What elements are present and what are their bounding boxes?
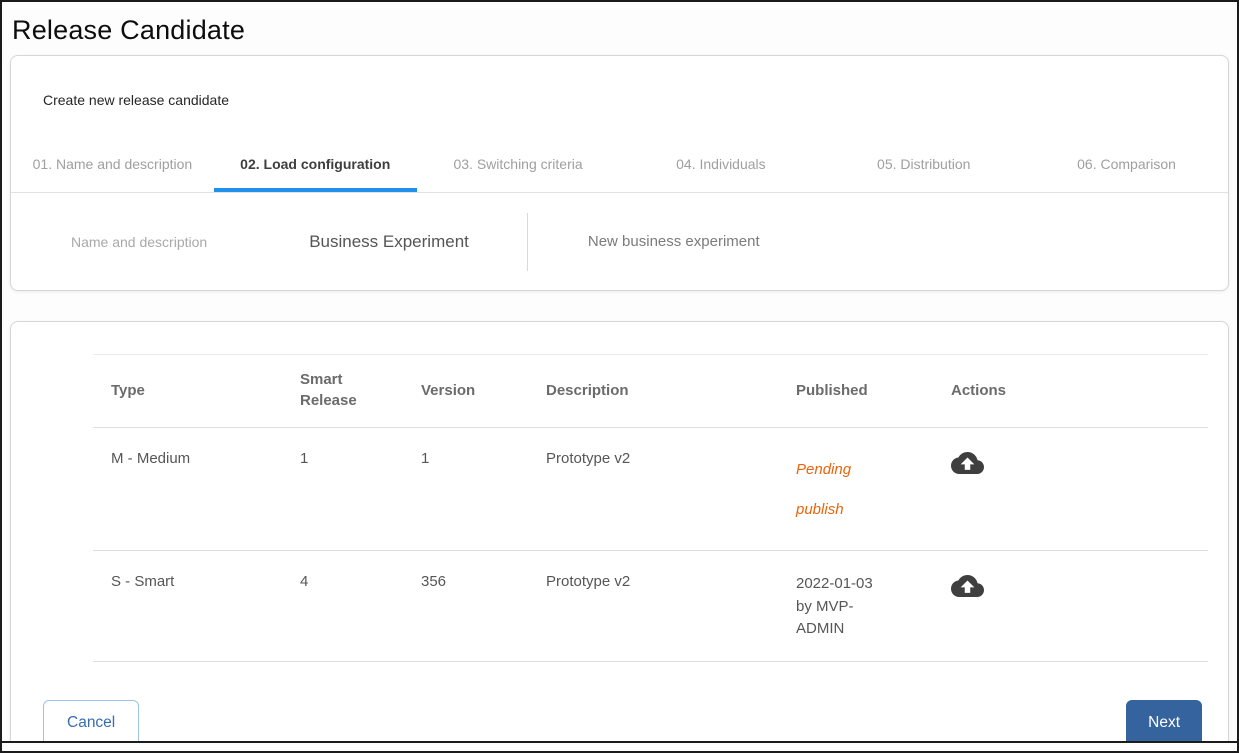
tab-individuals[interactable]: 04. Individuals: [619, 142, 822, 192]
cloud-upload-icon: [951, 462, 984, 477]
cell-published-status: 2022-01-03 by MVP-ADMIN: [778, 551, 933, 662]
col-header-version: Version: [403, 355, 528, 428]
cell-description: Prototype v2: [528, 428, 778, 551]
cancel-button[interactable]: Cancel: [43, 700, 139, 744]
tab-comparison[interactable]: 06. Comparison: [1025, 142, 1228, 192]
subnav-business-experiment[interactable]: Business Experiment: [309, 232, 469, 252]
subnav-divider: [527, 213, 528, 271]
col-header-published: Published: [778, 355, 933, 428]
publish-button[interactable]: [951, 450, 984, 474]
wizard-footer: Cancel Next: [43, 700, 1202, 744]
table-header-row: Type Smart Release Version Description P…: [93, 355, 1208, 428]
cloud-upload-icon: [951, 585, 984, 600]
configuration-table-card: Type Smart Release Version Description P…: [10, 321, 1229, 743]
col-header-smart-release: Smart Release: [282, 355, 403, 428]
cell-description: Prototype v2: [528, 551, 778, 662]
tab-distribution[interactable]: 05. Distribution: [822, 142, 1025, 192]
col-header-type: Type: [93, 355, 282, 428]
tab-load-configuration[interactable]: 02. Load configuration: [214, 142, 417, 192]
cell-published-status: Pending publish: [778, 428, 933, 551]
col-header-description: Description: [528, 355, 778, 428]
wizard-card: Create new release candidate 01. Name an…: [10, 55, 1229, 291]
next-button[interactable]: Next: [1126, 700, 1202, 744]
configurations-table: Type Smart Release Version Description P…: [93, 354, 1208, 662]
table-header: Type Smart Release Version Description P…: [93, 355, 1208, 428]
published-date-text: 2022-01-03 by MVP-ADMIN: [796, 573, 882, 641]
tab-name-and-description[interactable]: 01. Name and description: [11, 142, 214, 192]
page-title: Release Candidate: [2, 2, 1237, 55]
cell-type: S - Smart: [93, 551, 282, 662]
cell-smart-release: 1: [282, 428, 403, 551]
cell-type: M - Medium: [93, 428, 282, 551]
table-row: M - Medium 1 1 Prototype v2 Pending publ…: [93, 428, 1208, 551]
app-window: Release Candidate Create new release can…: [0, 0, 1239, 753]
table-wrap: Type Smart Release Version Description P…: [93, 354, 1208, 662]
pending-publish-text: Pending publish: [796, 450, 866, 530]
cell-smart-release: 4: [282, 551, 403, 662]
col-header-smart-release-label: Smart Release: [300, 369, 362, 411]
wizard-step-tabs: 01. Name and description 02. Load config…: [11, 142, 1228, 193]
subnav-new-business-experiment[interactable]: New business experiment: [588, 233, 760, 250]
table-row: S - Smart 4 356 Prototype v2 2022-01-03 …: [93, 551, 1208, 662]
page-content: Release Candidate Create new release can…: [2, 2, 1237, 743]
cell-actions: [933, 428, 1208, 551]
configuration-subnav: Name and description Business Experiment…: [11, 193, 1228, 290]
cell-actions: [933, 551, 1208, 662]
cell-version: 1: [403, 428, 528, 551]
tab-switching-criteria[interactable]: 03. Switching criteria: [417, 142, 620, 192]
col-header-actions: Actions: [933, 355, 1208, 428]
subnav-name-and-description[interactable]: Name and description: [71, 234, 207, 250]
publish-button[interactable]: [951, 573, 984, 597]
wizard-heading: Create new release candidate: [11, 56, 1228, 108]
cell-version: 356: [403, 551, 528, 662]
